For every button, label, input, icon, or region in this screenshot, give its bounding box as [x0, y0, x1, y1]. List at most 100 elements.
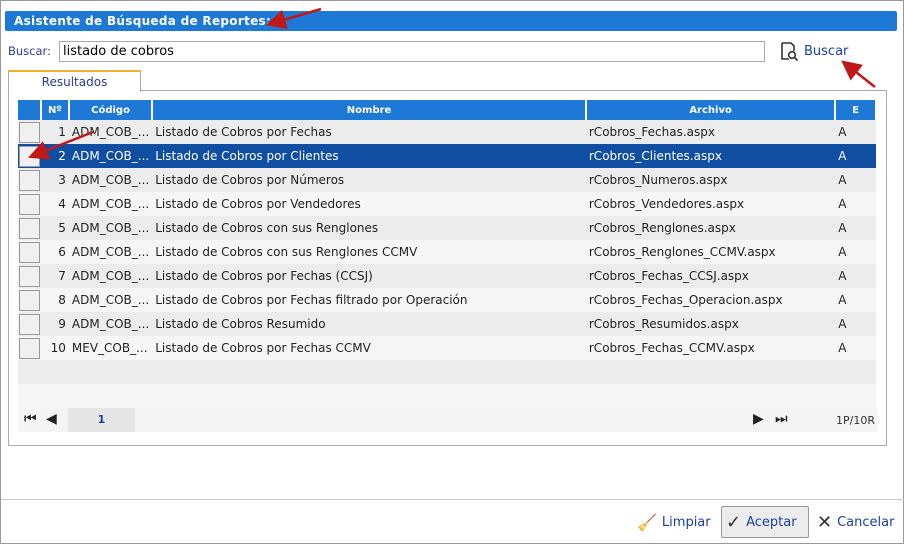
first-page-icon[interactable]: ⏮ — [24, 411, 37, 427]
cell-codigo: ADM_COB_... — [71, 269, 150, 283]
empty-row — [18, 360, 876, 384]
broom-icon: 🧹 — [637, 512, 657, 532]
cell-codigo: ADM_COB_... — [71, 149, 150, 163]
table-row[interactable]: 1 ADM_COB_... Listado de Cobros por Fech… — [18, 120, 876, 144]
table-row[interactable]: 8 ADM_COB_... Listado de Cobros por Fech… — [18, 288, 876, 312]
cell-archivo: rCobros_Renglones.aspx — [588, 221, 736, 235]
cell-no: 5 — [58, 221, 66, 235]
page-number[interactable]: 1 — [68, 408, 135, 432]
table-row[interactable]: 6 ADM_COB_... Listado de Cobros con sus … — [18, 240, 876, 264]
row-checkbox[interactable] — [19, 145, 40, 167]
empty-row — [18, 384, 876, 408]
row-checkbox[interactable] — [19, 217, 40, 239]
cell-codigo: ADM_COB_... — [71, 125, 150, 139]
accept-label: Aceptar — [746, 514, 797, 530]
cell-archivo: rCobros_Fechas_CCSJ.aspx — [588, 269, 749, 283]
cell-nombre: Listado de Cobros por Clientes — [155, 149, 339, 163]
table-row[interactable]: 4 ADM_COB_... Listado de Cobros por Vend… — [18, 192, 876, 216]
last-page-icon[interactable]: ⏭ — [775, 411, 788, 427]
cell-archivo: rCobros_Clientes.aspx — [588, 149, 722, 163]
cell-codigo: ADM_COB_... — [71, 317, 150, 331]
cell-nombre: Listado de Cobros por Números — [155, 173, 345, 187]
cell-no: 10 — [50, 341, 66, 355]
cell-no: 9 — [58, 317, 66, 331]
clear-label: Limpiar — [661, 514, 711, 530]
tab-resultados[interactable]: Resultados — [8, 70, 141, 92]
cell-nombre: Listado de Cobros con sus Renglones CCMV — [155, 245, 418, 259]
table-row[interactable]: 2 ADM_COB_... Listado de Cobros por Clie… — [18, 144, 876, 168]
col-nombre[interactable]: Nombre — [152, 100, 587, 120]
results-table: Nº Código Nombre Archivo E 1 ADM_COB_...… — [18, 100, 877, 408]
accept-button[interactable]: ✓ Aceptar — [721, 506, 809, 538]
table-row[interactable]: 3 ADM_COB_... Listado de Cobros por Núme… — [18, 168, 876, 192]
cell-e: A — [838, 197, 847, 211]
row-checkbox[interactable] — [19, 337, 40, 359]
table-row[interactable]: 9 ADM_COB_... Listado de Cobros Resumido… — [18, 312, 876, 336]
cell-no: 2 — [58, 149, 66, 163]
cell-nombre: Listado de Cobros por Fechas — [155, 125, 332, 139]
cell-e: A — [838, 269, 847, 283]
search-input[interactable] — [59, 41, 765, 62]
cell-codigo: ADM_COB_... — [71, 173, 150, 187]
pager: ⏮ ◀ 1 ▶ ⏭ 1P/10R — [18, 408, 877, 432]
col-archivo[interactable]: Archivo — [585, 100, 837, 120]
table-row[interactable]: 10 MEV_COB_... Listado de Cobros por Fec… — [18, 336, 876, 360]
cell-codigo: MEV_COB_... — [71, 341, 148, 355]
cell-e: A — [838, 149, 847, 163]
footer-divider — [1, 499, 904, 500]
cell-no: 4 — [58, 197, 66, 211]
col-e[interactable]: E — [835, 100, 877, 120]
table-row[interactable]: 7 ADM_COB_... Listado de Cobros por Fech… — [18, 264, 876, 288]
search-button[interactable]: Buscar — [779, 41, 848, 61]
cell-e: A — [838, 221, 847, 235]
cell-e: A — [838, 293, 847, 307]
cell-e: A — [838, 245, 847, 259]
cell-e: A — [838, 341, 847, 355]
pager-info: 1P/10R — [836, 414, 875, 427]
row-checkbox[interactable] — [19, 121, 40, 143]
row-checkbox[interactable] — [19, 169, 40, 191]
cell-archivo: rCobros_Fechas_CCMV.aspx — [588, 341, 755, 355]
next-page-icon[interactable]: ▶ — [753, 411, 764, 427]
cell-codigo: ADM_COB_... — [71, 293, 150, 307]
cell-e: A — [838, 125, 847, 139]
cell-codigo: ADM_COB_... — [71, 245, 150, 259]
dialog-title: Asistente de Búsqueda de Reportes: — [5, 11, 897, 31]
annotation-arrow — [841, 60, 876, 88]
cell-no: 1 — [58, 125, 66, 139]
search-doc-icon — [781, 42, 799, 61]
table-row[interactable]: 5 ADM_COB_... Listado de Cobros con sus … — [18, 216, 876, 240]
check-icon: ✓ — [726, 511, 742, 533]
clear-button[interactable]: 🧹 Limpiar — [633, 506, 715, 538]
col-codigo[interactable]: Código — [68, 100, 154, 120]
row-checkbox[interactable] — [19, 193, 40, 215]
cell-nombre: Listado de Cobros por Fechas (CCSJ) — [155, 269, 373, 283]
cell-nombre: Listado de Cobros por Fechas filtrado po… — [155, 293, 468, 307]
search-button-label: Buscar — [804, 43, 849, 59]
search-label: Buscar: — [8, 44, 51, 58]
row-checkbox[interactable] — [19, 241, 40, 263]
col-no[interactable]: Nº — [40, 100, 70, 120]
row-checkbox[interactable] — [19, 289, 40, 311]
cell-nombre: Listado de Cobros por Fechas CCMV — [155, 341, 371, 355]
cell-e: A — [838, 173, 847, 187]
cell-archivo: rCobros_Renglones_CCMV.aspx — [588, 245, 776, 259]
col-select — [18, 100, 42, 120]
cell-e: A — [838, 317, 847, 331]
cell-archivo: rCobros_Numeros.aspx — [588, 173, 728, 187]
row-checkbox[interactable] — [19, 265, 40, 287]
cell-archivo: rCobros_Resumidos.aspx — [588, 317, 739, 331]
cell-codigo: ADM_COB_... — [71, 197, 150, 211]
cell-archivo: rCobros_Fechas_Operacion.aspx — [588, 293, 783, 307]
cell-nombre: Listado de Cobros con sus Renglones — [155, 221, 379, 235]
cell-no: 3 — [58, 173, 66, 187]
cell-no: 8 — [58, 293, 66, 307]
cancel-button[interactable]: ✕ Cancelar — [813, 506, 898, 538]
row-checkbox[interactable] — [19, 313, 40, 335]
cell-no: 7 — [58, 269, 66, 283]
cell-no: 6 — [58, 245, 66, 259]
cell-archivo: rCobros_Fechas.aspx — [588, 125, 715, 139]
close-icon: ✕ — [817, 511, 833, 533]
cancel-label: Cancelar — [837, 514, 895, 530]
prev-page-icon[interactable]: ◀ — [46, 411, 57, 427]
